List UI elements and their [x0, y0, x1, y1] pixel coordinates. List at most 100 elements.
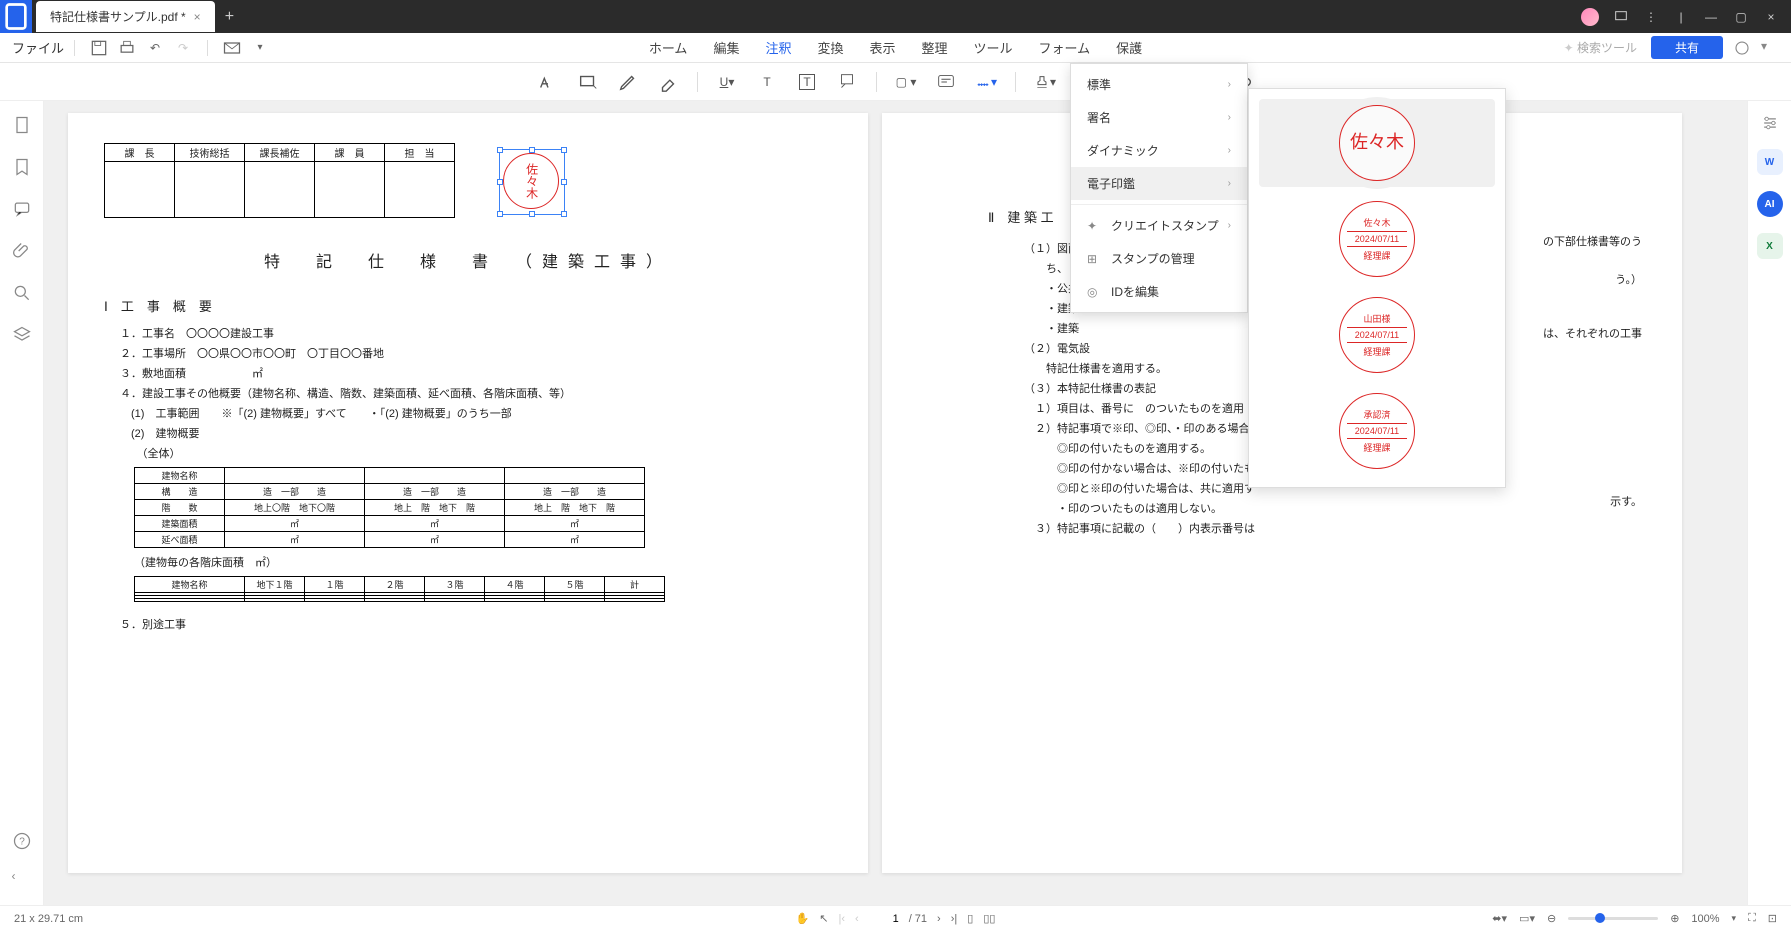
mail-icon[interactable]: [222, 38, 242, 58]
stamp-option[interactable]: 佐々木: [1259, 99, 1495, 187]
tab-filename: 特記仕様書サンプル.pdf *: [50, 8, 186, 25]
stamp-option[interactable]: 佐: [1259, 483, 1495, 488]
zoom-level[interactable]: 100%: [1691, 913, 1719, 925]
separator: [876, 72, 877, 92]
notifications-icon[interactable]: [1613, 9, 1629, 25]
fit-page-icon[interactable]: ⊡: [1768, 912, 1777, 925]
excel-export-icon[interactable]: X: [1757, 233, 1783, 259]
text-line: ５．別途工事: [120, 616, 832, 632]
stamp-option[interactable]: 山田様 2024/07/11 経理課: [1259, 291, 1495, 379]
user-avatar[interactable]: [1581, 8, 1599, 26]
collapse-rail-icon[interactable]: ‹: [12, 869, 32, 889]
expand-icon[interactable]: ▾: [1761, 39, 1779, 57]
tab-convert[interactable]: 変換: [817, 38, 843, 57]
menu-dynamic[interactable]: ダイナミック›: [1071, 134, 1247, 167]
pencil-icon[interactable]: [617, 71, 639, 93]
attachments-icon[interactable]: [12, 241, 32, 261]
fit-width-icon[interactable]: ⬌▾: [1492, 912, 1507, 925]
print-icon[interactable]: [117, 38, 137, 58]
search-panel-icon[interactable]: [12, 283, 32, 303]
reading-mode-icon[interactable]: ▭▾: [1519, 912, 1535, 925]
sig-header: 課長補佐: [245, 144, 315, 162]
file-menu[interactable]: ファイル: [12, 38, 64, 57]
menu-signature[interactable]: 署名›: [1071, 101, 1247, 134]
thumbnails-icon[interactable]: [12, 115, 32, 135]
area-highlight-icon[interactable]: [577, 71, 599, 93]
app-logo[interactable]: [0, 0, 32, 33]
text-box-icon[interactable]: T: [796, 71, 818, 93]
hand-tool-icon[interactable]: ✋: [796, 912, 810, 925]
page-number-input[interactable]: [869, 913, 899, 925]
document-title: 特 記 仕 様 書 （建築工事）: [104, 248, 832, 272]
word-export-icon[interactable]: W: [1757, 149, 1783, 175]
tab-tools[interactable]: ツール: [974, 38, 1013, 57]
page-1: 課 長 技術総括 課長補佐 課 員 担 当 佐々木 特 記 仕 様 書 （建築工…: [68, 113, 868, 873]
titlebar: 特記仕様書サンプル.pdf * × + ⋮ | — ▢ ×: [0, 0, 1791, 33]
underline-icon[interactable]: U ▾: [716, 71, 738, 93]
menu-create-stamp[interactable]: ✦クリエイトスタンプ›: [1071, 209, 1247, 242]
annotation-toolbar: U ▾ T T ▢ ▾ ▾ ▾ ▾ 標準› 署名› ダイナミック› 電子印鑑› …: [0, 63, 1791, 101]
select-tool-icon[interactable]: ↖: [819, 912, 828, 925]
search-tools[interactable]: ✦ 検索ツール: [1564, 39, 1637, 56]
layers-icon[interactable]: [12, 325, 32, 345]
menu-eseal[interactable]: 電子印鑑›: [1071, 167, 1247, 200]
cloud-icon[interactable]: [1733, 39, 1751, 57]
menu-standard[interactable]: 標準›: [1071, 68, 1247, 101]
page-navigation: ✋ ↖ |‹ ‹ / 71 › ›| ▯ ▯▯: [796, 912, 996, 925]
maximize-icon[interactable]: ▢: [1733, 9, 1749, 25]
bookmarks-icon[interactable]: [12, 157, 32, 177]
tab-annotate[interactable]: 注釈: [765, 38, 791, 57]
first-page-icon[interactable]: |‹: [838, 913, 845, 925]
settings-sliders-icon[interactable]: [1760, 113, 1780, 133]
text-icon[interactable]: T: [756, 71, 778, 93]
next-page-icon[interactable]: ›: [937, 913, 941, 925]
last-page-icon[interactable]: ›|: [951, 913, 958, 925]
redo-icon[interactable]: ↷: [173, 38, 193, 58]
help-icon[interactable]: ?: [12, 831, 32, 851]
save-icon[interactable]: [89, 38, 109, 58]
more-icon[interactable]: ⋮: [1643, 9, 1659, 25]
share-button[interactable]: 共有: [1651, 36, 1723, 59]
ai-assistant-icon[interactable]: AI: [1757, 191, 1783, 217]
placed-stamp[interactable]: 佐々木: [503, 153, 561, 211]
toolbar-chevron-icon[interactable]: ▾: [250, 38, 270, 58]
fullscreen-icon[interactable]: ⛶: [1748, 912, 1756, 925]
sig-header: 課 長: [105, 144, 175, 162]
tab-close-icon[interactable]: ×: [194, 10, 201, 24]
stamp-icon[interactable]: ▾: [1034, 71, 1056, 93]
close-window-icon[interactable]: ×: [1763, 9, 1779, 25]
tab-edit[interactable]: 編集: [713, 38, 739, 57]
new-tab-button[interactable]: +: [225, 8, 234, 26]
tab-protect[interactable]: 保護: [1116, 38, 1142, 57]
zoom-in-icon[interactable]: ⊕: [1670, 912, 1679, 925]
separator-icon: |: [1673, 9, 1689, 25]
prev-page-icon[interactable]: ‹: [855, 913, 859, 925]
menu-edit-id[interactable]: ◎IDを編集: [1071, 275, 1247, 308]
building-table: 建物名称 構 造造 一部 造造 一部 造造 一部 造 階 数地上〇階 地下〇階地…: [134, 467, 645, 548]
comments-icon[interactable]: [12, 199, 32, 219]
text-fragment: 示す。: [1610, 493, 1642, 509]
shape-icon[interactable]: ▢ ▾: [895, 71, 917, 93]
tab-form[interactable]: フォーム: [1039, 38, 1091, 57]
tab-view[interactable]: 表示: [869, 38, 895, 57]
document-tab[interactable]: 特記仕様書サンプル.pdf * ×: [36, 1, 215, 32]
eraser-icon[interactable]: [657, 71, 679, 93]
note-icon[interactable]: [935, 71, 957, 93]
single-page-icon[interactable]: ▯: [967, 912, 973, 925]
stamp-option[interactable]: 佐々木 2024/07/11 経理課: [1259, 195, 1495, 283]
callout-icon[interactable]: [836, 71, 858, 93]
stamp-option[interactable]: 承認済 2024/07/11 経理課: [1259, 387, 1495, 475]
tab-home[interactable]: ホーム: [649, 38, 688, 57]
zoom-slider[interactable]: [1568, 917, 1658, 920]
tab-organize[interactable]: 整理: [922, 38, 948, 57]
selection-handles[interactable]: [499, 149, 565, 215]
zoom-out-icon[interactable]: ⊖: [1547, 912, 1556, 925]
divider: [207, 40, 208, 56]
menu-manage-stamps[interactable]: ⊞スタンプの管理: [1071, 242, 1247, 275]
undo-icon[interactable]: ↶: [145, 38, 165, 58]
highlighter-icon[interactable]: [537, 71, 559, 93]
two-page-icon[interactable]: ▯▯: [983, 912, 995, 925]
measure-icon[interactable]: ▾: [975, 71, 997, 93]
minimize-icon[interactable]: —: [1703, 9, 1719, 25]
page-dimensions: 21 x 29.71 cm: [14, 913, 83, 925]
